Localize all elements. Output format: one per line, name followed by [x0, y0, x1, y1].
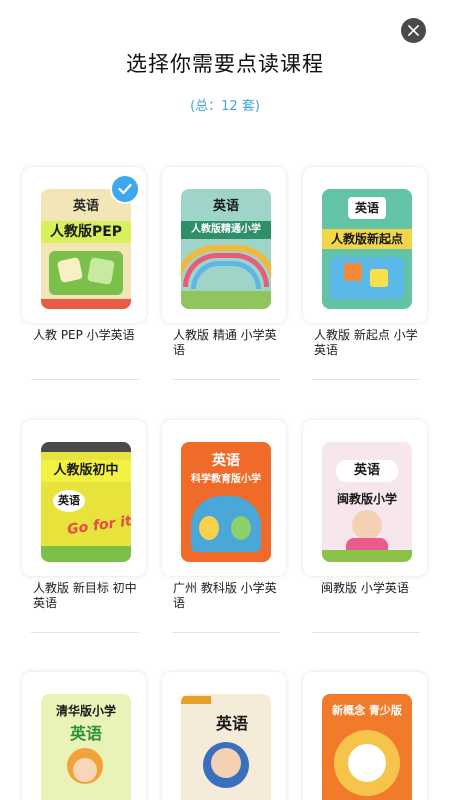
divider — [31, 632, 139, 633]
divider — [31, 379, 139, 380]
course-cover-7: 英语 — [181, 694, 271, 800]
course-card-4[interactable]: 英语 科学教育版小学 — [161, 419, 287, 577]
course-card-1[interactable]: 英语 人教版精通小学 — [161, 166, 287, 324]
course-cover-5: 英语 闽教版小学 — [322, 442, 412, 562]
course-label-0: 人教 PEP 小学英语 — [33, 328, 135, 342]
course-card-2[interactable]: 英语 人教版新起点 — [302, 166, 428, 324]
course-card-7[interactable]: 英语 — [161, 671, 287, 800]
course-card-6[interactable]: 清华版小学 英语 — [21, 671, 147, 800]
course-count: (总：12 套) — [190, 99, 260, 114]
course-cover-3: 人教版初中 英语 Go for it! — [41, 442, 131, 562]
divider — [172, 379, 280, 380]
course-card-8[interactable]: 新概念 青少版 — [302, 671, 428, 800]
course-cover-8: 新概念 青少版 — [322, 694, 412, 800]
divider — [312, 632, 420, 633]
divider — [172, 632, 280, 633]
course-label-4: 广州 教科版 小学英语 — [173, 581, 277, 610]
selected-check-badge — [110, 174, 140, 204]
page-title: 选择你需要点读课程 — [126, 52, 324, 76]
course-label-5: 闽教版 小学英语 — [321, 581, 409, 595]
course-card-5[interactable]: 英语 闽教版小学 — [302, 419, 428, 577]
close-icon — [408, 25, 419, 36]
course-cover-6: 清华版小学 英语 — [41, 694, 131, 800]
course-label-1: 人教版 精通 小学英语 — [173, 328, 277, 357]
course-cover-2: 英语 人教版新起点 — [322, 189, 412, 309]
course-label-2: 人教版 新起点 小学英语 — [314, 328, 418, 357]
course-cover-4: 英语 科学教育版小学 — [181, 442, 271, 562]
check-icon — [118, 183, 132, 195]
course-label-3: 人教版 新目标 初中英语 — [33, 581, 137, 610]
course-cover-0: 英语 人教版PEP — [41, 189, 131, 309]
course-card-3[interactable]: 人教版初中 英语 Go for it! — [21, 419, 147, 577]
divider — [312, 379, 420, 380]
course-cover-1: 英语 人教版精通小学 — [181, 189, 271, 309]
close-button[interactable] — [401, 18, 426, 43]
course-card-0[interactable]: 英语 人教版PEP — [21, 166, 147, 324]
